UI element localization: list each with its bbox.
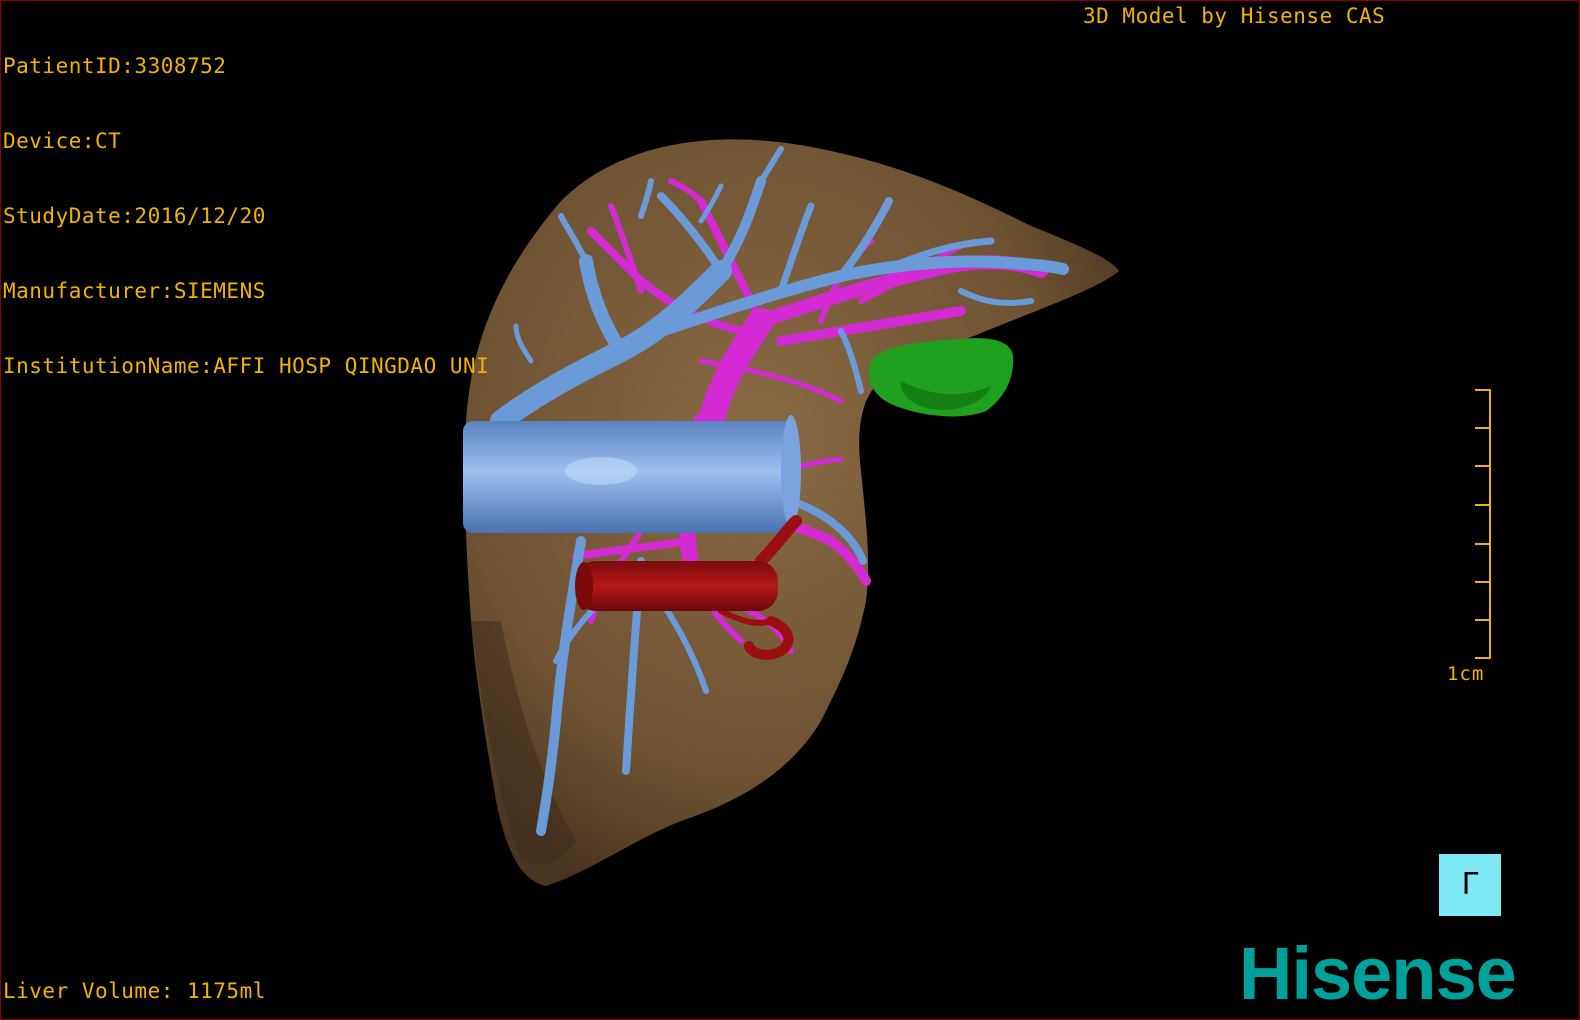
hisense-logo: Hisense [1239,932,1517,1015]
3d-viewport[interactable]: PatientID:3308752 Device:CT StudyDate:20… [0,0,1580,1020]
scale-label: 1cm [1447,663,1485,685]
study-date: StudyDate:2016/12/20 [3,204,266,228]
patient-id: PatientID:3308752 [3,54,227,78]
inferior-vena-cava [463,415,801,533]
model-title: 3D Model by Hisense CAS [1083,4,1386,28]
orientation-cube-icon: ᒥ [1461,867,1479,902]
manufacturer: Manufacturer:SIEMENS [3,279,266,303]
scale-bar [1475,389,1491,659]
patient-info-panel: PatientID:3308752 Device:CT StudyDate:20… [3,4,489,429]
device-label: Device:CT [3,129,122,153]
liver-volume: Liver Volume: 1175ml [3,979,266,1003]
orientation-cube-button[interactable]: ᒥ [1439,854,1501,916]
institution-name: InstitutionName:AFFI HOSP QINGDAO UNI [3,354,490,378]
